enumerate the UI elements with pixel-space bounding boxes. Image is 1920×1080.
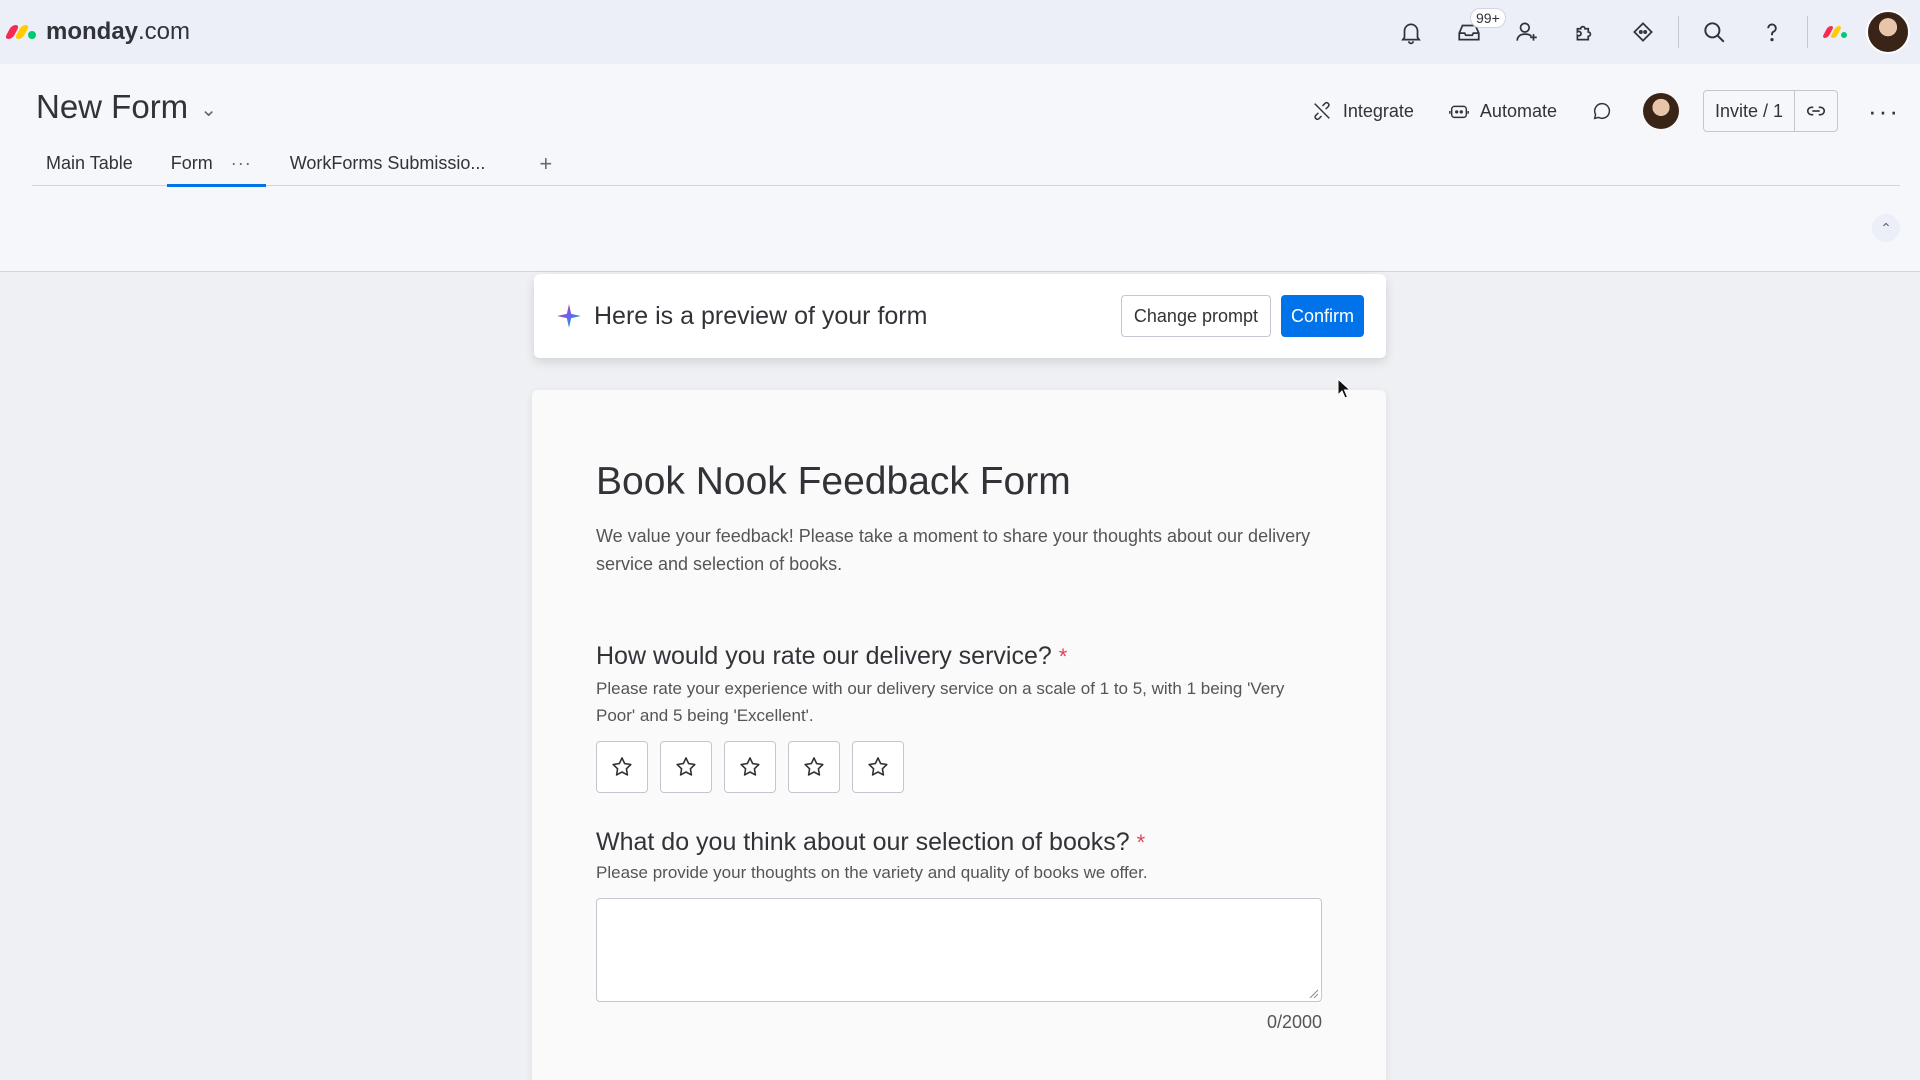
integrate-button[interactable]: Integrate: [1311, 100, 1414, 122]
more-options-button[interactable]: ···: [1868, 96, 1900, 127]
integrate-icon: [1314, 102, 1330, 120]
apps-marketplace-button[interactable]: [1556, 0, 1614, 64]
updates-button[interactable]: [1591, 100, 1613, 122]
question-mark-icon: [1767, 23, 1777, 42]
mouse-cursor-icon: [1337, 378, 1351, 399]
puzzle-icon: [1576, 25, 1592, 41]
star-icon: [868, 757, 888, 776]
question-delivery-rating: How would you rate our delivery service?…: [596, 642, 1326, 793]
confirm-button[interactable]: Confirm: [1280, 295, 1364, 337]
rating-star-5[interactable]: [852, 741, 904, 793]
star-icon: [676, 757, 696, 776]
notifications-button[interactable]: [1382, 0, 1440, 64]
character-counter: 0/2000: [1266, 1012, 1322, 1032]
divider: [1807, 16, 1808, 48]
help-button[interactable]: [1743, 0, 1801, 64]
user-avatar[interactable]: [1866, 10, 1910, 54]
rating-star-2[interactable]: [660, 741, 712, 793]
product-switcher-button[interactable]: [1814, 0, 1858, 64]
required-marker: *: [1136, 830, 1146, 855]
invite-button[interactable]: Invite / 1: [1704, 91, 1796, 131]
tab-label: Main Table: [46, 153, 133, 173]
chevron-down-icon: ⌄: [200, 98, 217, 121]
question-help-text: Please provide your thoughts on the vari…: [596, 863, 1148, 882]
book-selection-textarea[interactable]: [596, 898, 1322, 1002]
star-icon: [612, 757, 632, 776]
ai-preview-bar: Here is a preview of your form Change pr…: [534, 274, 1386, 358]
automate-button[interactable]: Automate: [1448, 100, 1557, 122]
link-icon: [1806, 106, 1826, 116]
question-title: What do you think about our selection of…: [596, 828, 1146, 856]
chat-bubble-icon: [1593, 102, 1611, 120]
tab-form[interactable]: Form ···: [157, 142, 266, 187]
monday-logo[interactable]: monday.com: [4, 18, 191, 46]
required-marker: *: [1058, 644, 1068, 669]
inbox-button[interactable]: 99+: [1440, 0, 1506, 64]
add-person-icon: [1516, 22, 1537, 41]
preview-message: Here is a preview of your form: [594, 301, 928, 330]
star-icon: [804, 757, 824, 776]
form-title: Book Nook Feedback Form: [596, 460, 1071, 503]
add-view-button[interactable]: +: [539, 151, 552, 177]
ai-sparkle-icon: [557, 304, 581, 328]
search-button[interactable]: [1685, 0, 1743, 64]
logo-text: monday.com: [46, 18, 191, 45]
tab-label: WorkForms Submissio...: [289, 153, 486, 173]
collapse-header-button[interactable]: ⌃: [1872, 214, 1900, 242]
tab-label: Form: [170, 153, 213, 173]
question-help-text: Please rate your experience with our del…: [596, 679, 1285, 725]
invite-members-button[interactable]: [1498, 0, 1556, 64]
board-title[interactable]: New Form ⌄: [36, 88, 217, 126]
board-header: New Form ⌄ Integrate Automate Invite / 1…: [0, 64, 1920, 272]
question-book-selection: What do you think about our selection of…: [596, 828, 1326, 1033]
robot-icon: [1633, 22, 1653, 42]
integrate-label: Integrate: [1342, 100, 1414, 121]
top-bar: monday.com 99+: [0, 0, 1920, 64]
change-prompt-button[interactable]: Change prompt: [1120, 295, 1271, 337]
monday-logo-icon: [4, 25, 36, 39]
rating-stars: [596, 741, 1326, 793]
view-tabs: Main Table Form ··· WorkForms Submissio.…: [32, 142, 1900, 187]
ai-builder-button[interactable]: [1614, 0, 1672, 64]
tab-main-table[interactable]: Main Table: [32, 142, 147, 186]
tab-workforms-submissions[interactable]: WorkForms Submissio...: [276, 142, 500, 186]
rating-star-3[interactable]: [724, 741, 776, 793]
rating-star-4[interactable]: [788, 741, 840, 793]
automate-label: Automate: [1479, 100, 1557, 121]
search-icon: [1704, 22, 1725, 43]
board-title-text: New Form: [36, 88, 189, 125]
tab-more-icon[interactable]: ···: [231, 153, 252, 174]
divider: [1678, 16, 1679, 48]
question-title: How would you rate our delivery service?…: [596, 642, 1068, 670]
copy-link-button[interactable]: [1795, 91, 1837, 131]
robot-icon: [1449, 105, 1469, 119]
form-description: We value your feedback! Please take a mo…: [596, 526, 1311, 574]
form-preview-card: Book Nook Feedback Form We value your fe…: [532, 390, 1386, 1080]
rating-star-1[interactable]: [596, 741, 648, 793]
star-icon: [740, 757, 760, 776]
monday-product-icon: [1821, 26, 1847, 38]
bell-icon: [1401, 23, 1421, 45]
chevron-up-icon: ⌃: [1880, 219, 1892, 236]
resize-handle-icon[interactable]: [1308, 988, 1318, 998]
board-member-avatar[interactable]: [1642, 93, 1679, 129]
invite-group: Invite / 1: [1702, 90, 1839, 132]
